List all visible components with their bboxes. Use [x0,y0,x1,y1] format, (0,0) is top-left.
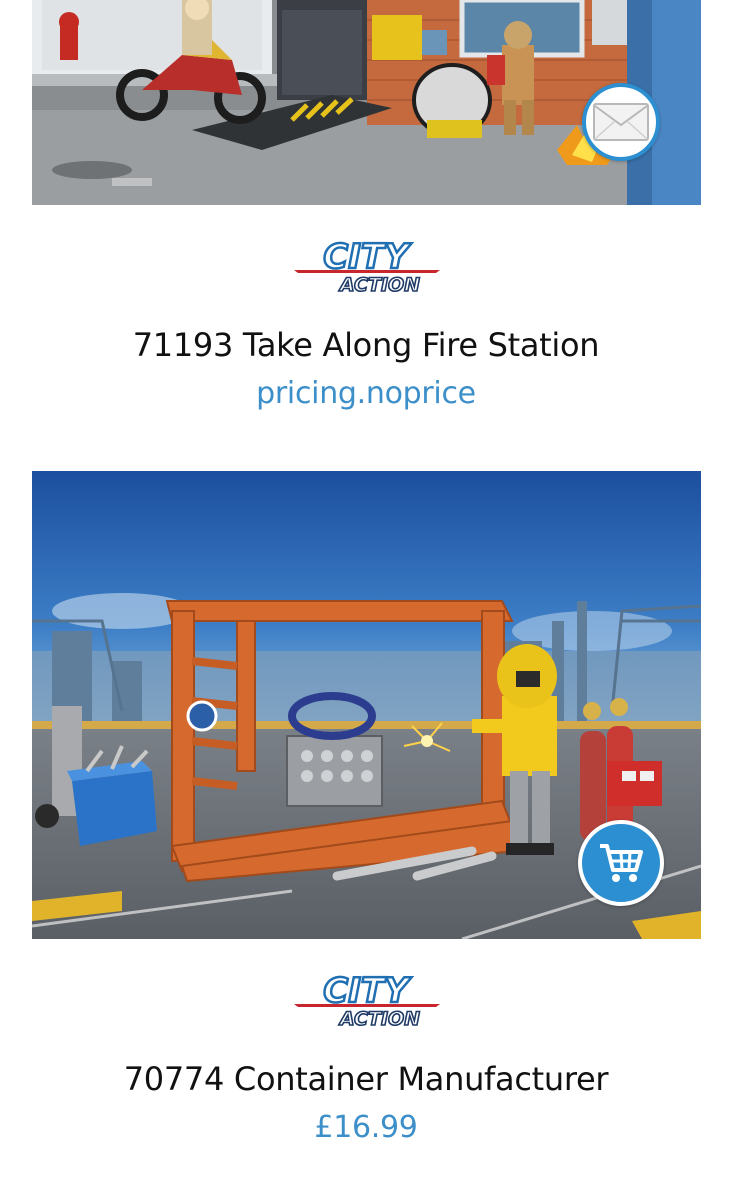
contact-button[interactable] [582,83,660,161]
brand-logo: CITY ACTION [288,236,444,300]
brand-line-2: ACTION [338,274,420,296]
brand-line-1: CITY [323,237,412,277]
product-price: £16.99 [314,1110,418,1145]
product-card[interactable]: CITY ACTION 70774 Container Manufacturer… [0,470,732,1190]
product-title[interactable]: 70774 Container Manufacturer [0,1060,732,1098]
product-card[interactable]: CITY ACTION 71193 Take Along Fire Statio… [0,0,732,440]
brand-line-1: CITY [323,971,412,1011]
envelope-icon [593,103,649,141]
product-title[interactable]: 71193 Take Along Fire Station [0,326,732,364]
product-price: pricing.noprice [256,376,476,411]
brand-line-2: ACTION [338,1008,420,1030]
cart-icon [600,844,643,882]
brand-logo: CITY ACTION [288,970,444,1034]
add-to-cart-button[interactable] [578,820,664,906]
